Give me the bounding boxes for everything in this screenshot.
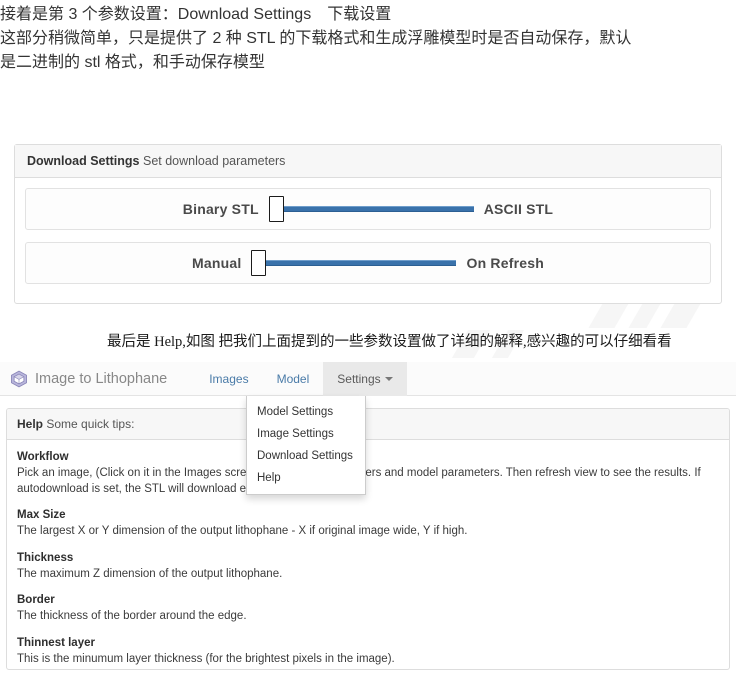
help-def-thinnest-layer: This is the minumum layer thickness (for… (17, 652, 395, 665)
help-def-workflow: Pick an image, (Click on it in the Image… (17, 467, 701, 495)
settings-dropdown-menu: Model Settings Image Settings Download S… (246, 396, 366, 495)
nav-item-settings[interactable]: Settings (323, 361, 407, 396)
slider-row-stl-format: Binary STL ASCII STL (25, 188, 711, 230)
dropdown-item-model-settings[interactable]: Model Settings (247, 401, 365, 423)
slider-handle[interactable] (251, 250, 267, 276)
help-term-thickness: Thickness (17, 551, 74, 564)
slider-handle[interactable] (268, 196, 284, 222)
brand-label: Image to Lithophane (35, 370, 168, 387)
download-settings-subtitle: Set download parameters (142, 154, 286, 168)
app-window: Image to Lithophane Images Model Setting… (0, 361, 736, 676)
download-settings-heading: Download Settings Set download parameter… (15, 145, 721, 178)
help-term-border: Border (17, 594, 55, 606)
slider-track[interactable] (274, 206, 474, 212)
stl-format-slider[interactable] (268, 196, 474, 222)
dropdown-item-help[interactable]: Help (247, 467, 365, 489)
help-term-max-size: Max Size (17, 509, 66, 521)
dropdown-item-download-settings[interactable]: Download Settings (247, 445, 365, 467)
slider-row-save-mode: Manual On Refresh (25, 242, 711, 284)
article-help-lead: 最后是 Help,如图 把我们上面提到的一些参数设置做了详细的解释,感兴趣的可以… (107, 334, 672, 350)
article-line: 这部分稍微简单，只是提供了 2 种 STL 的下载格式和生成浮雕模型时是否自动保… (0, 30, 632, 47)
help-def-thickness: The maximum Z dimension of the output li… (17, 567, 283, 580)
dropdown-item-image-settings[interactable]: Image Settings (247, 423, 365, 445)
article-intro-text: 接着是第 3 个参数设置：Download Settings 下载设置 这部分稍… (0, 0, 736, 72)
slider-right-label-on-refresh: On Refresh (466, 255, 544, 271)
cube-logo-icon (11, 370, 27, 387)
article-line: 接着是第 3 个参数设置：Download Settings 下载设置 (0, 6, 392, 23)
app-navbar: Image to Lithophane Images Model Setting… (0, 361, 736, 495)
nav-item-label: Settings (337, 371, 381, 386)
slider-right-label-ascii-stl: ASCII STL (483, 201, 554, 217)
help-panel: Help Some quick tips: Workflow Pick an i… (6, 408, 730, 670)
navbar-links: Images Model Settings (195, 361, 407, 396)
help-def-max-size: The largest X or Y dimension of the outp… (17, 525, 468, 537)
nav-item-label: Model (276, 371, 310, 386)
slider-left-label-manual: Manual (192, 255, 242, 271)
download-settings-panel: Download Settings Set download parameter… (14, 144, 722, 304)
help-term-workflow: Workflow (17, 451, 69, 463)
save-mode-slider[interactable] (251, 250, 457, 276)
nav-item-model[interactable]: Model (263, 362, 324, 396)
chevron-down-icon (384, 377, 393, 382)
help-def-border: The thickness of the border around the e… (17, 610, 247, 622)
download-settings-body: Binary STL ASCII STL Manual On Refresh (15, 178, 721, 294)
slider-left-label-binary-stl: Binary STL (182, 201, 259, 217)
article-line: 是二进制的 stl 格式，和手动保存模型 (0, 54, 265, 71)
help-panel-title: Help (17, 417, 44, 431)
slider-track[interactable] (257, 260, 457, 266)
brand[interactable]: Image to Lithophane (0, 370, 167, 388)
help-term-thinnest-layer: Thinnest layer (17, 636, 95, 649)
download-settings-title: Download Settings (27, 154, 140, 168)
nav-item-images[interactable]: Images (195, 362, 262, 396)
help-panel-subtitle: Some quick tips: (46, 417, 135, 431)
help-panel-body: Workflow Pick an image, (Click on it in … (7, 440, 729, 669)
nav-item-label: Images (209, 371, 249, 386)
help-panel-heading: Help Some quick tips: (7, 409, 729, 440)
